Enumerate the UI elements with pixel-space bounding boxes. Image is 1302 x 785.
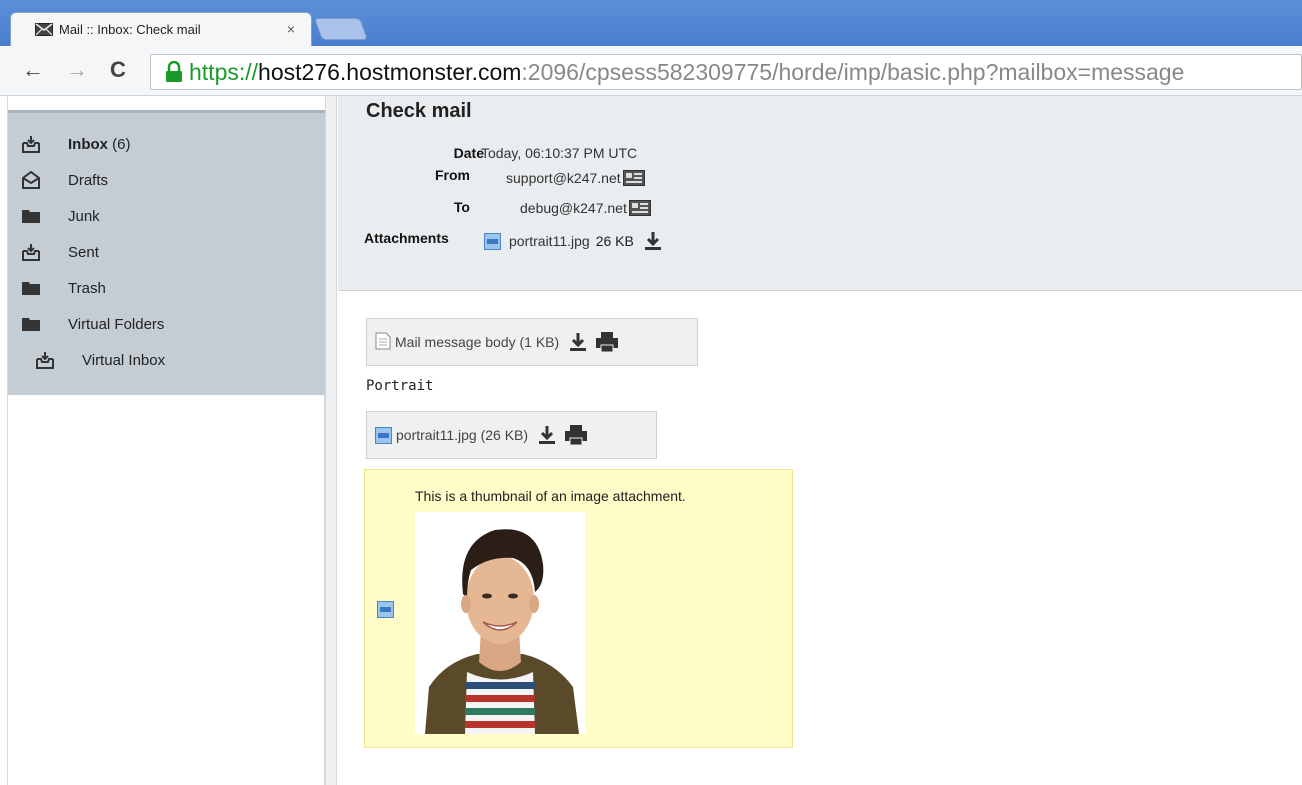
folder-label-sent: Sent <box>68 243 99 261</box>
sidebar-item-sent[interactable]: Sent <box>22 243 99 261</box>
folder-icon <box>22 207 40 225</box>
to-field: debug@k247.net <box>520 200 651 216</box>
inbox-icon <box>22 135 40 153</box>
image-file-icon <box>484 232 501 250</box>
mail-body-part: Mail message body (1 KB) <box>366 318 698 366</box>
folder-label-trash: Trash <box>68 279 106 297</box>
inbox-icon <box>22 243 40 261</box>
message-text: Portrait <box>366 378 434 394</box>
mail-body-part-label[interactable]: Mail message body (1 KB) <box>395 334 559 350</box>
url-host: host276.hostmonster.com <box>258 58 522 85</box>
attachment-item: portrait11.jpg 26 KB <box>484 230 664 252</box>
thumbnail-box: This is a thumbnail of an image attachme… <box>364 469 793 748</box>
from-field: support@k247.net <box>506 170 645 186</box>
folder-label-junk: Junk <box>68 207 100 225</box>
thumbnail-caption: This is a thumbnail of an image attachme… <box>415 488 686 504</box>
from-label: From <box>435 167 470 183</box>
folder-label-virtual-inbox: Virtual Inbox <box>82 351 166 369</box>
print-icon[interactable] <box>564 424 588 446</box>
unread-count: (6) <box>112 135 131 153</box>
folder-sidebar: Inbox (6) Drafts Junk Sent Trash Virtual… <box>8 110 325 395</box>
download-icon[interactable] <box>536 424 558 446</box>
sidebar-item-drafts[interactable]: Drafts <box>22 170 109 189</box>
pane-divider[interactable] <box>325 96 337 785</box>
attachment-size: 26 KB <box>595 233 634 249</box>
sidebar-item-junk[interactable]: Junk <box>22 207 100 225</box>
sidebar-item-virtual-folders[interactable]: Virtual Folders <box>22 315 164 333</box>
browser-toolbar: ← → C https://host276.hostmonster.com:20… <box>0 46 1302 96</box>
print-icon[interactable] <box>595 331 619 353</box>
frame-left-edge <box>0 96 8 785</box>
document-icon <box>375 332 391 353</box>
image-part: portrait11.jpg (26 KB) <box>366 411 657 459</box>
sidebar-empty-area <box>8 395 325 785</box>
from-address[interactable]: support@k247.net <box>506 170 621 186</box>
browser-tabstrip: Mail :: Inbox: Check mail × <box>0 0 1302 46</box>
folder-label-drafts: Drafts <box>68 171 109 189</box>
image-part-label[interactable]: portrait11.jpg (26 KB) <box>396 427 528 443</box>
add-contact-icon[interactable] <box>622 170 645 186</box>
folder-icon <box>22 279 40 297</box>
forward-button[interactable]: → <box>66 56 88 84</box>
drafts-icon <box>22 170 40 189</box>
url-scheme: https:// <box>189 58 259 85</box>
add-contact-icon[interactable] <box>628 200 651 216</box>
tab-title: Mail :: Inbox: Check mail <box>59 22 201 37</box>
back-button[interactable]: ← <box>22 56 44 84</box>
lock-icon <box>165 60 183 83</box>
to-label: To <box>453 199 470 215</box>
browser-tab[interactable]: Mail :: Inbox: Check mail × <box>10 12 312 46</box>
sidebar-item-trash[interactable]: Trash <box>22 279 106 297</box>
image-file-icon <box>375 426 392 444</box>
folder-label-inbox: Inbox <box>68 135 108 153</box>
to-address[interactable]: debug@k247.net <box>520 200 627 216</box>
thumbnail-image[interactable] <box>415 512 585 734</box>
image-file-icon[interactable] <box>377 601 394 618</box>
tab-close-icon[interactable]: × <box>287 21 295 37</box>
date-label: Date <box>453 145 484 161</box>
message-header: Check mail Date Today, 06:10:37 PM UTC F… <box>338 96 1302 291</box>
attachments-label: Attachments <box>364 230 449 246</box>
folder-label-virtual-folders: Virtual Folders <box>68 315 165 333</box>
address-bar[interactable]: https://host276.hostmonster.com:2096/cps… <box>150 54 1302 90</box>
sidebar-item-virtual-inbox[interactable]: Virtual Inbox <box>36 351 165 369</box>
envelope-icon <box>35 23 53 36</box>
attachment-name[interactable]: portrait11.jpg <box>509 233 590 249</box>
folder-icon <box>22 315 40 333</box>
new-tab-button[interactable] <box>313 18 369 40</box>
download-icon[interactable] <box>642 230 664 252</box>
inbox-icon <box>36 351 54 369</box>
message-subject: Check mail <box>366 100 472 122</box>
date-value: Today, 06:10:37 PM UTC <box>481 145 638 161</box>
download-icon[interactable] <box>567 331 589 353</box>
sidebar-item-inbox[interactable]: Inbox (6) <box>22 135 131 153</box>
url-path: :2096/cpsess582309775/horde/imp/basic.ph… <box>521 58 1185 85</box>
reload-button[interactable]: C <box>110 56 126 84</box>
